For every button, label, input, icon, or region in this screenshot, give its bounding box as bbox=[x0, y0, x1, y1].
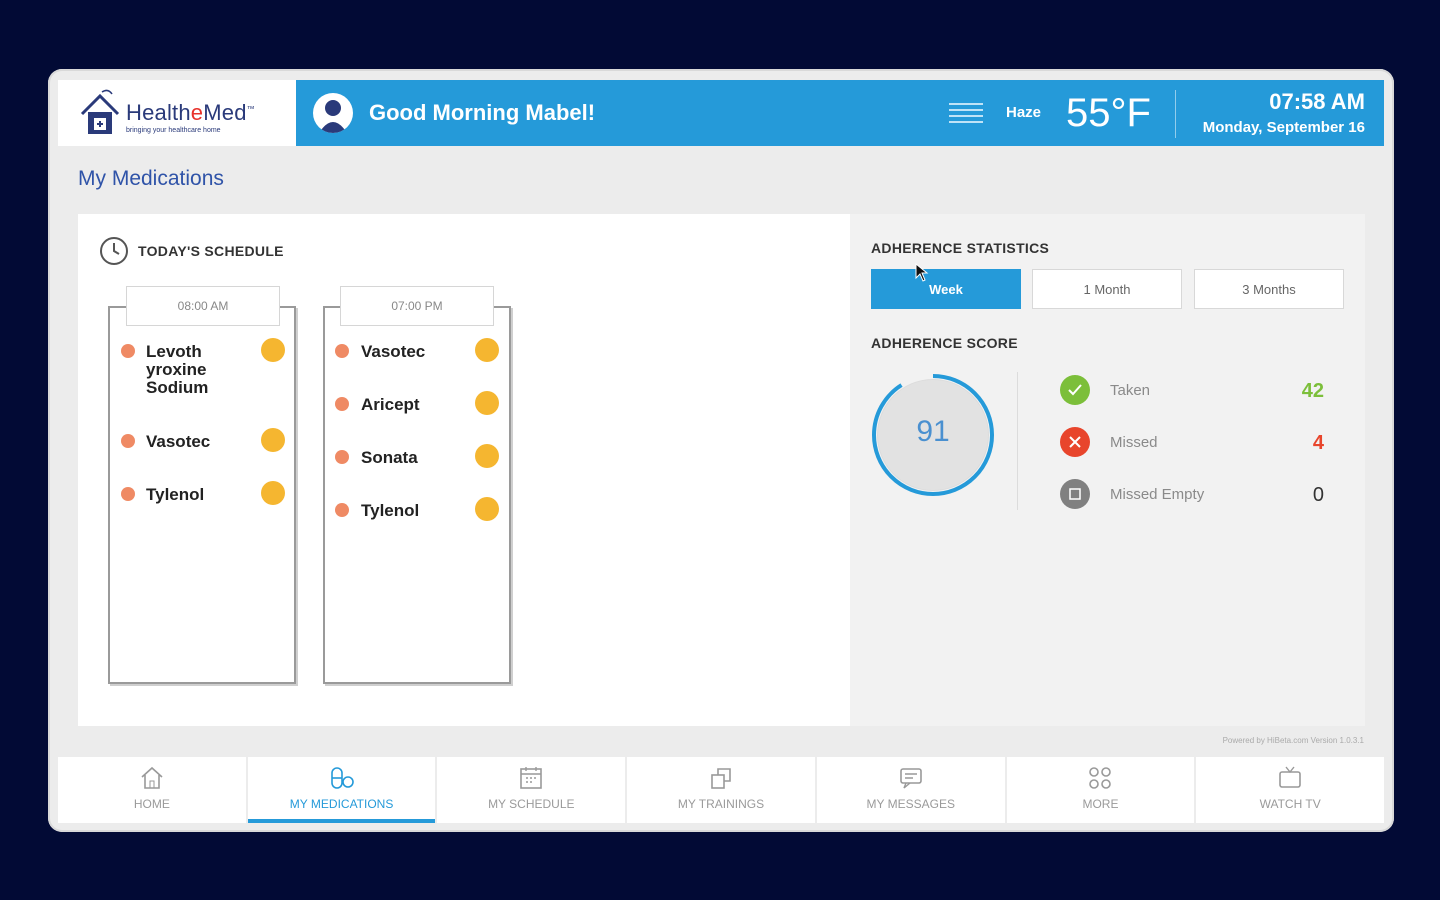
haze-icon bbox=[949, 103, 983, 123]
nav-label: MY TRAININGS bbox=[677, 797, 765, 811]
pending-clock-icon[interactable] bbox=[475, 497, 499, 521]
dose-dot bbox=[121, 487, 135, 501]
calendar-icon bbox=[520, 767, 543, 789]
stat-value-missed: 4 bbox=[1312, 432, 1324, 454]
greeting: Good Morning Mabel! bbox=[369, 100, 596, 125]
nav-label: HOME bbox=[133, 797, 170, 811]
tab-3-months[interactable]: 3 Months bbox=[1194, 269, 1344, 309]
nav-my-medications[interactable]: MY MEDICATIONS bbox=[247, 757, 436, 823]
adherence-score-title: ADHERENCE SCORE bbox=[871, 335, 1018, 351]
message-icon bbox=[899, 768, 922, 789]
nav-label: MY MEDICATIONS bbox=[289, 797, 394, 811]
dose-dot bbox=[121, 434, 135, 448]
nav-watch-tv[interactable]: WATCH TV bbox=[1196, 757, 1385, 823]
adherence-score: 91 bbox=[916, 415, 950, 448]
pending-clock-icon[interactable] bbox=[261, 428, 285, 452]
med-name[interactable]: Vasotec bbox=[146, 433, 210, 451]
user-icon bbox=[319, 100, 347, 133]
page-title: My Medications bbox=[78, 167, 224, 190]
weather-condition: Haze bbox=[1006, 104, 1042, 121]
clock-time: 07:58 AM bbox=[1269, 89, 1365, 114]
clock-date: Monday, September 16 bbox=[1202, 119, 1365, 136]
home-icon bbox=[141, 766, 163, 789]
nav-my-schedule[interactable]: MY SCHEDULE bbox=[437, 757, 626, 823]
dose-dot bbox=[335, 503, 349, 517]
nav-home[interactable]: HOME bbox=[58, 757, 246, 823]
nav-label: MY MESSAGES bbox=[866, 797, 955, 811]
bottom-nav: HOME MY MEDICATIONS MY SCHEDULE MY TRAIN… bbox=[58, 757, 1385, 823]
dose-dot bbox=[335, 450, 349, 464]
close-icon bbox=[1060, 427, 1090, 457]
pillbox-time: 07:00 PM bbox=[340, 286, 494, 326]
mouse-cursor-icon bbox=[915, 263, 929, 282]
stats-divider bbox=[1017, 372, 1018, 510]
pillbox-time: 08:00 AM bbox=[126, 286, 280, 326]
avatar[interactable] bbox=[313, 93, 353, 133]
brand-name: HealtheMed™ bbox=[126, 100, 255, 125]
nav-my-messages[interactable]: MY MESSAGES bbox=[816, 757, 1005, 823]
med-name[interactable]: Aricept bbox=[361, 396, 420, 414]
med-name[interactable]: Tylenol bbox=[146, 486, 204, 504]
training-icon bbox=[711, 768, 731, 789]
pending-clock-icon[interactable] bbox=[475, 338, 499, 362]
stat-value-missed-empty: 0 bbox=[1312, 484, 1324, 506]
clock-icon bbox=[100, 237, 128, 265]
temperature: 55°F bbox=[1066, 91, 1151, 135]
schedule-title: TODAY'S SCHEDULE bbox=[138, 243, 284, 259]
pending-clock-icon[interactable] bbox=[261, 338, 285, 362]
version-note: Powered by HiBeta.com Version 1.0.3.1 bbox=[1222, 736, 1364, 745]
dose-dot bbox=[335, 397, 349, 411]
stat-label-missed-empty: Missed Empty bbox=[1110, 486, 1205, 503]
stat-label-taken: Taken bbox=[1110, 382, 1151, 399]
nav-label: WATCH TV bbox=[1259, 797, 1321, 811]
adherence-stats-title: ADHERENCE STATISTICS bbox=[871, 240, 1050, 256]
check-icon bbox=[1060, 375, 1090, 405]
pillbox-evening bbox=[323, 306, 511, 684]
grid-icon bbox=[1089, 767, 1112, 789]
pills-icon bbox=[330, 767, 354, 789]
med-name[interactable]: Vasotec bbox=[361, 343, 425, 361]
dose-dot bbox=[335, 344, 349, 358]
dose-dot bbox=[121, 344, 135, 358]
brand-tagline: bringing your healthcare home bbox=[126, 127, 221, 134]
tv-icon bbox=[1279, 766, 1301, 788]
nav-my-trainings[interactable]: MY TRAININGS bbox=[627, 757, 815, 823]
header-divider bbox=[1175, 90, 1176, 138]
tab-week[interactable]: Week bbox=[871, 269, 1021, 309]
med-name[interactable]: Sonata bbox=[361, 449, 418, 467]
nav-more[interactable]: MORE bbox=[1006, 757, 1195, 823]
house-logo-icon bbox=[80, 89, 120, 134]
stat-value-taken: 42 bbox=[1301, 380, 1324, 402]
med-name[interactable]: Levoth yroxine Sodium bbox=[146, 343, 246, 397]
empty-box-icon bbox=[1060, 479, 1090, 509]
tab-1-month[interactable]: 1 Month bbox=[1032, 269, 1182, 309]
stat-label-missed: Missed bbox=[1110, 434, 1158, 451]
nav-label: MY SCHEDULE bbox=[488, 797, 575, 811]
med-name[interactable]: Tylenol bbox=[361, 502, 419, 520]
pending-clock-icon[interactable] bbox=[261, 481, 285, 505]
pending-clock-icon[interactable] bbox=[475, 444, 499, 468]
nav-label: MORE bbox=[1082, 797, 1119, 811]
pending-clock-icon[interactable] bbox=[475, 391, 499, 415]
